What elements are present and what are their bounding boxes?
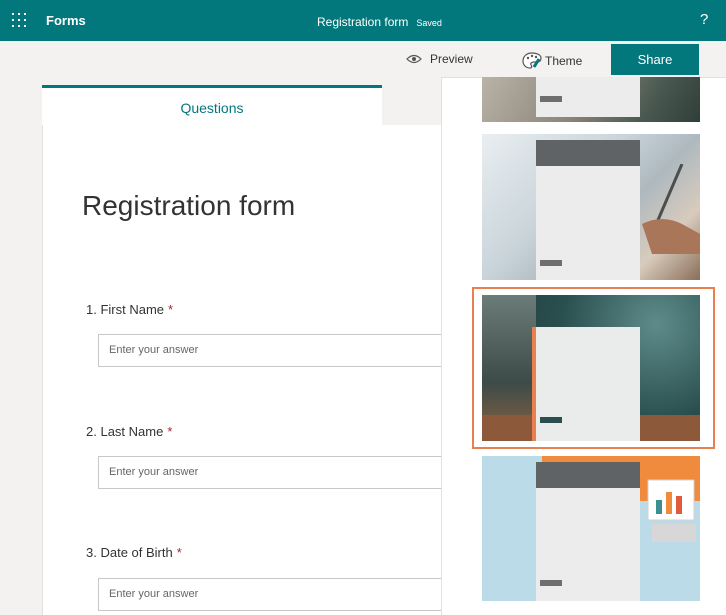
palette-icon <box>522 52 542 69</box>
question-number: 1. <box>86 302 97 317</box>
chart-easel-graphic <box>647 479 696 542</box>
app-launcher-icon[interactable] <box>12 13 26 27</box>
theme-thumbnail[interactable] <box>482 134 700 280</box>
question-title[interactable]: 3. Date of Birth * <box>86 545 182 560</box>
command-bar: Preview Theme Share <box>0 41 726 77</box>
question-title[interactable]: 1. First Name * <box>86 302 173 317</box>
answer-field[interactable]: Enter your answer <box>98 456 458 489</box>
question-label: Date of Birth <box>100 545 173 560</box>
form-title[interactable]: Registration form <box>82 190 295 222</box>
document-title: Registration form <box>317 15 409 29</box>
required-mark: * <box>176 545 182 560</box>
app-name[interactable]: Forms <box>46 13 86 28</box>
save-status: Saved <box>416 18 442 28</box>
theme-button[interactable]: Theme <box>522 52 582 70</box>
question-number: 2. <box>86 424 97 439</box>
hand-pen-graphic <box>642 164 700 254</box>
theme-thumbnail[interactable] <box>482 77 700 122</box>
eye-icon <box>406 54 422 64</box>
help-button[interactable]: ? <box>700 11 708 28</box>
answer-field[interactable]: Enter your answer <box>98 334 458 367</box>
answer-field[interactable]: Enter your answer <box>98 578 458 611</box>
question-title[interactable]: 2. Last Name * <box>86 424 172 439</box>
question-number: 3. <box>86 545 97 560</box>
share-button[interactable]: Share <box>611 44 699 75</box>
tab-strip-spacer <box>382 85 442 125</box>
theme-thumbnail[interactable] <box>482 456 700 601</box>
selected-theme-outline <box>472 287 715 449</box>
question-label: Last Name <box>100 424 164 439</box>
tab-questions[interactable]: Questions <box>42 85 382 125</box>
theme-label: Theme <box>545 54 583 68</box>
required-mark: * <box>168 302 174 317</box>
app-header: Forms Registration form Saved ? <box>0 0 726 41</box>
required-mark: * <box>167 424 173 439</box>
form-title-header: Registration form Saved <box>317 15 442 29</box>
question-label: First Name <box>100 302 165 317</box>
preview-label: Preview <box>430 52 473 66</box>
preview-button[interactable]: Preview <box>406 52 473 66</box>
